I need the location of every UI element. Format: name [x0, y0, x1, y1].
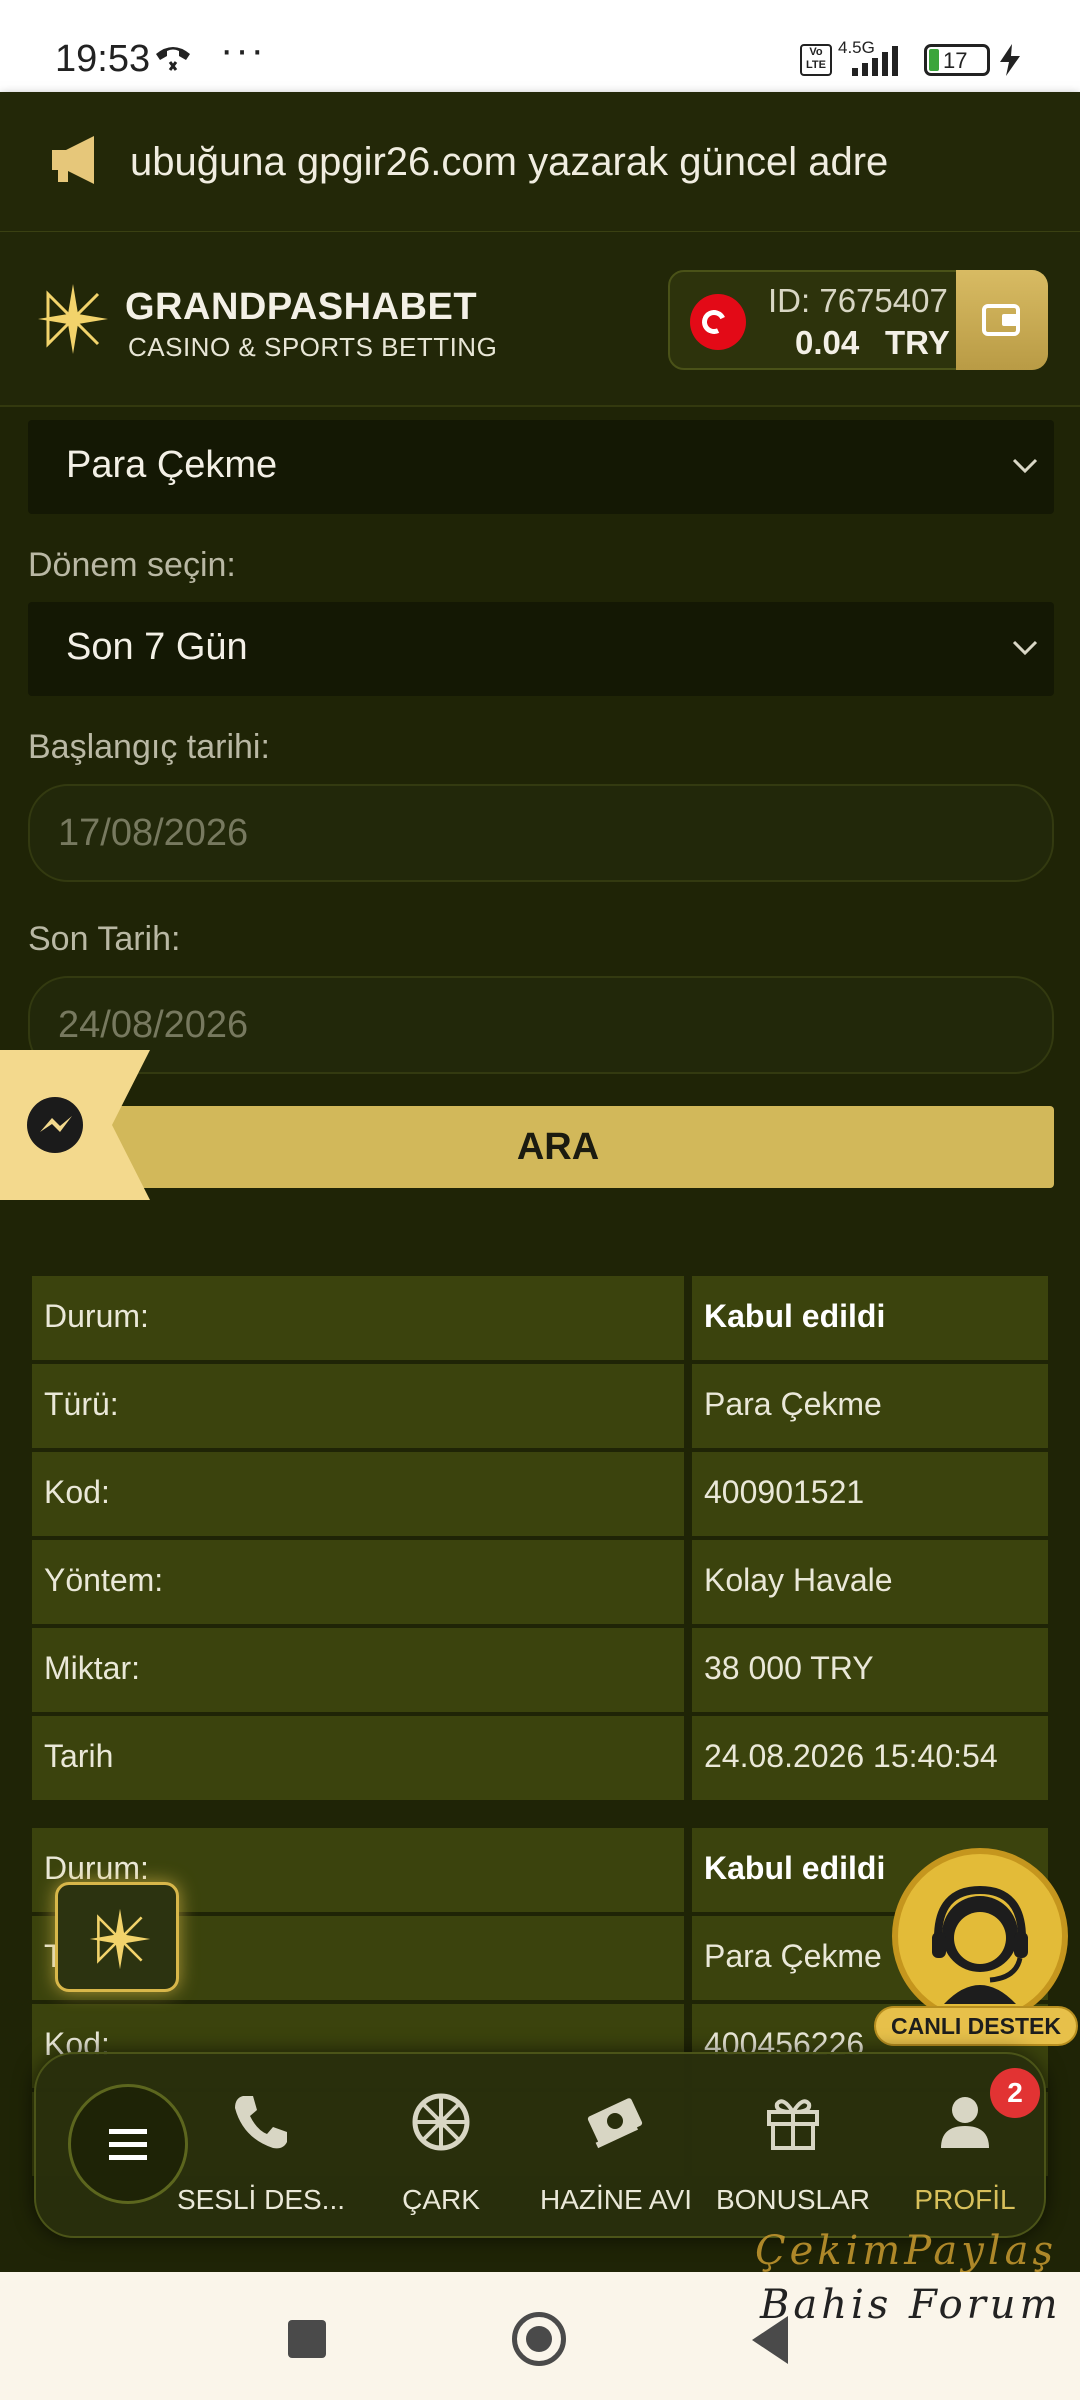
- volte-icon: Vo LTE: [800, 44, 832, 76]
- table-row: Tarih 24.08.2026 15:40:54: [30, 1716, 1050, 1800]
- logo-star-icon[interactable]: [36, 282, 110, 356]
- row-value: 38 000 TRY: [704, 1650, 874, 1686]
- nav-voice-support[interactable]: SESLİ DES...: [176, 2090, 346, 2220]
- row-label: Yöntem:: [44, 1562, 164, 1598]
- row-label: Durum:: [44, 1298, 149, 1334]
- row-label: Tarih: [44, 1738, 114, 1774]
- casino-fab-button[interactable]: [55, 1882, 179, 1992]
- support-agent-icon: [892, 1848, 1068, 2024]
- nav-label: HAZİNE AVI: [540, 2184, 692, 2215]
- status-value: Kabul edildi: [704, 1850, 886, 1886]
- hamburger-icon: [109, 2129, 147, 2160]
- transaction-type-select[interactable]: Para Çekme: [28, 420, 1054, 514]
- watermark-line1: ÇekimPaylaş: [755, 2228, 1057, 2274]
- nav-bonuses[interactable]: BONUSLAR: [708, 2090, 878, 2220]
- menu-button[interactable]: [68, 2084, 188, 2204]
- site-header: GRANDPASHABET CASINO & SPORTS BETTING ID…: [0, 232, 1080, 407]
- end-date-field[interactable]: 24/08/2026: [28, 976, 1054, 1074]
- live-support-button[interactable]: CANLI DESTEK: [872, 1848, 1080, 2048]
- announcement-banner[interactable]: ubuğuna gpgir26.com yazarak güncel adre: [0, 92, 1080, 232]
- more-notifications: ···: [220, 28, 266, 72]
- wallet-icon: [982, 304, 1020, 336]
- row-value: 400901521: [704, 1474, 865, 1510]
- period-select[interactable]: Son 7 Gün: [28, 602, 1054, 696]
- end-date-label: Son Tarih:: [28, 920, 181, 958]
- row-value: Kolay Havale: [704, 1562, 893, 1598]
- status-time: 19:53: [55, 38, 151, 80]
- wallet-widget[interactable]: ID: 7675407 0.04 TRY: [668, 270, 1048, 370]
- start-date-field[interactable]: 17/08/2026: [28, 784, 1054, 882]
- table-row: Yöntem: Kolay Havale: [30, 1540, 1050, 1624]
- wallet-button[interactable]: [956, 270, 1048, 370]
- account-id: ID: 7675407: [768, 282, 948, 319]
- table-row: Kod: 400901521: [30, 1452, 1050, 1536]
- call-icon: [156, 47, 190, 71]
- nav-label: BONUSLAR: [715, 2184, 871, 2215]
- period-label: Dönem seçin:: [28, 546, 236, 584]
- row-value: Para Çekme: [704, 1386, 882, 1422]
- messenger-tab[interactable]: [0, 1050, 150, 1200]
- status-value: Kabul edildi: [704, 1298, 886, 1334]
- period-value: Son 7 Gün: [66, 626, 248, 668]
- nav-wheel[interactable]: ÇARK: [356, 2090, 526, 2220]
- table-row: Miktar: 38 000 TRY: [30, 1628, 1050, 1712]
- nav-label: PROFİL: [914, 2184, 1016, 2215]
- start-date-value: 17/08/2026: [58, 812, 249, 854]
- bottom-navigation: SESLİ DES... ÇARK HAZİNE AVI BONUSLAR 2 …: [34, 2052, 1046, 2238]
- account-currency: TRY: [885, 324, 950, 361]
- turkey-flag-icon: [690, 294, 746, 350]
- chevron-down-icon: [1012, 458, 1038, 474]
- search-button[interactable]: ARA: [62, 1106, 1054, 1188]
- watermark-line2: Bahis Forum: [760, 2282, 1062, 2328]
- nav-label: ÇARK: [402, 2184, 480, 2215]
- end-date-value: 24/08/2026: [58, 1004, 249, 1046]
- row-value: 24.08.2026 15:40:54: [704, 1738, 998, 1774]
- charging-icon: [1000, 44, 1020, 76]
- row-label: Miktar:: [44, 1650, 140, 1686]
- table-row: Türü: Para Çekme: [30, 1364, 1050, 1448]
- wheel-icon: [412, 2093, 470, 2151]
- phone-icon: [235, 2096, 287, 2149]
- brand-subtitle: CASINO & SPORTS BETTING: [128, 332, 498, 362]
- row-value: Para Çekme: [704, 1938, 882, 1974]
- chevron-down-icon: [1012, 640, 1038, 656]
- row-label: Kod:: [44, 1474, 110, 1510]
- announcement-text: ubuğuna gpgir26.com yazarak güncel adre: [130, 140, 889, 184]
- row-label: Türü:: [44, 1386, 119, 1422]
- battery-level: 17: [943, 48, 968, 73]
- signal-icon: [852, 46, 898, 76]
- transaction-type-value: Para Çekme: [66, 444, 278, 486]
- notification-badge: 2: [990, 2068, 1040, 2118]
- recents-icon[interactable]: [288, 2320, 326, 2358]
- start-date-label: Başlangıç tarihi:: [28, 728, 270, 766]
- brand-title: GRANDPASHABET: [125, 286, 478, 328]
- user-icon: [941, 2097, 989, 2148]
- gift-icon: [767, 2099, 819, 2150]
- status-bar: 19:53 ··· Vo LTE 4.5G 17: [0, 0, 1080, 92]
- live-support-label: CANLI DESTEK: [874, 2006, 1078, 2046]
- star-icon: [89, 1908, 151, 1970]
- nav-profile[interactable]: 2 PROFİL: [880, 2068, 1050, 2220]
- nav-label: SESLİ DES...: [176, 2184, 346, 2215]
- megaphone-icon: [52, 136, 94, 184]
- account-balance: 0.04: [795, 324, 860, 361]
- nav-treasure-hunt[interactable]: HAZİNE AVI: [531, 2090, 701, 2220]
- battery-icon: 17: [924, 44, 990, 76]
- table-row: Durum: Kabul edildi: [30, 1276, 1050, 1360]
- cash-icon: [587, 2098, 643, 2149]
- home-icon[interactable]: [512, 2312, 566, 2366]
